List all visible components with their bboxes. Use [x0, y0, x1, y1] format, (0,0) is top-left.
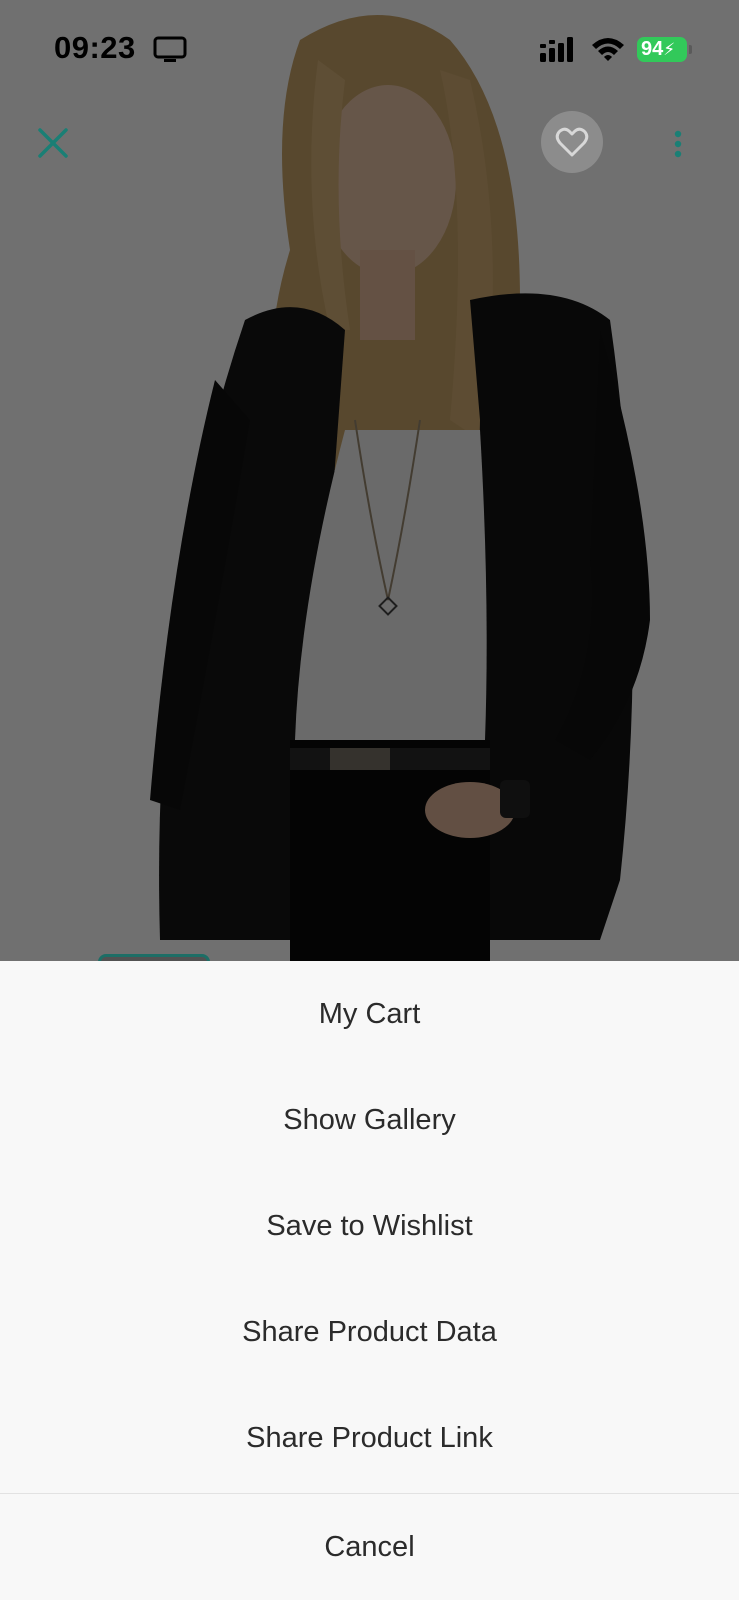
- my-cart-button[interactable]: My Cart: [0, 961, 739, 1067]
- wifi-icon: [590, 35, 626, 68]
- show-gallery-button[interactable]: Show Gallery: [0, 1067, 739, 1173]
- close-button[interactable]: [22, 112, 84, 174]
- favorite-button[interactable]: [541, 111, 603, 173]
- action-sheet: My Cart Show Gallery Save to Wishlist Sh…: [0, 961, 739, 1600]
- battery-indicator: 94⚡: [637, 37, 687, 62]
- status-bar: 09:23 94⚡: [0, 0, 739, 100]
- heart-icon: [555, 127, 589, 157]
- charging-bolt-icon: ⚡: [663, 40, 676, 59]
- more-vertical-icon: [674, 130, 682, 158]
- cancel-button[interactable]: Cancel: [0, 1494, 739, 1600]
- more-options-button[interactable]: [652, 118, 704, 170]
- screen-mirroring-icon: [153, 36, 187, 69]
- status-time: 09:23: [54, 30, 136, 65]
- save-to-wishlist-button[interactable]: Save to Wishlist: [0, 1173, 739, 1279]
- battery-level: 94: [641, 38, 664, 60]
- share-product-link-button[interactable]: Share Product Link: [0, 1385, 739, 1491]
- product-image: [0, 0, 739, 961]
- share-product-data-button[interactable]: Share Product Data: [0, 1279, 739, 1385]
- cellular-signal-icon: [540, 37, 578, 68]
- battery-cap: [689, 45, 692, 54]
- close-icon: [38, 128, 68, 158]
- dim-overlay[interactable]: [0, 0, 739, 961]
